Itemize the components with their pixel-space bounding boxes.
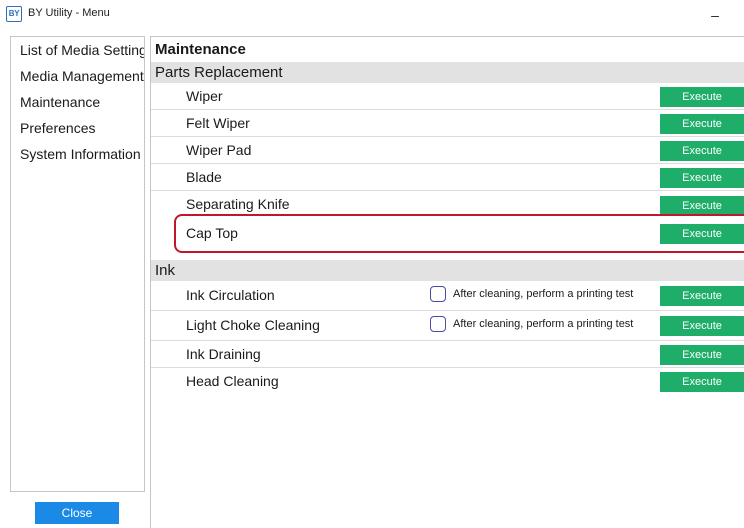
table-row-ink-circulation: Ink Circulation After cleaning, perform …	[151, 281, 744, 311]
table-row-ink-draining: Ink Draining Execute	[151, 341, 744, 368]
table-row-light-choke-cleaning: Light Choke Cleaning After cleaning, per…	[151, 311, 744, 341]
minimize-button[interactable]: –	[700, 4, 730, 26]
table-row-cap-top: Cap Top Execute	[151, 218, 744, 253]
row-label: Wiper Pad	[186, 142, 252, 158]
execute-button-light-choke-cleaning[interactable]: Execute	[660, 316, 744, 336]
title-bar: BY BY Utility - Menu –	[0, 0, 744, 30]
row-label: Ink Draining	[186, 346, 261, 362]
row-label: Blade	[186, 169, 222, 185]
main-panel: Maintenance Parts Replacement Wiper Exec…	[151, 37, 744, 528]
printing-test-checkbox[interactable]	[430, 316, 446, 332]
table-row-head-cleaning: Head Cleaning Execute	[151, 368, 744, 395]
row-label: Cap Top	[186, 225, 238, 241]
sidebar-item-system-information[interactable]: System Information	[11, 141, 144, 167]
table-row-blade: Blade Execute	[151, 164, 744, 191]
close-button[interactable]: Close	[35, 502, 119, 524]
section-header-parts-replacement: Parts Replacement	[151, 62, 744, 83]
execute-button-wiper[interactable]: Execute	[660, 87, 744, 107]
window-title: BY Utility - Menu	[28, 7, 110, 19]
execute-button-felt-wiper[interactable]: Execute	[660, 114, 744, 134]
row-label: Ink Circulation	[186, 287, 275, 303]
row-label: Separating Knife	[186, 196, 290, 212]
row-label: Light Choke Cleaning	[186, 317, 320, 333]
row-label: Wiper	[186, 88, 223, 104]
execute-button-blade[interactable]: Execute	[660, 168, 744, 188]
table-row-wiper-pad: Wiper Pad Execute	[151, 137, 744, 164]
table-row-felt-wiper: Felt Wiper Execute	[151, 110, 744, 137]
checkbox-label: After cleaning, perform a printing test	[453, 318, 634, 330]
section-header-ink: Ink	[151, 260, 744, 281]
execute-button-ink-draining[interactable]: Execute	[660, 345, 744, 365]
execute-button-separating-knife[interactable]: Execute	[660, 196, 744, 216]
execute-button-cap-top[interactable]: Execute	[660, 224, 744, 244]
sidebar-menu: List of Media Settings Media Management …	[10, 36, 145, 492]
table-row-separating-knife: Separating Knife Execute	[151, 191, 744, 216]
row-label: Head Cleaning	[186, 373, 279, 389]
sidebar-item-list-of-media-settings[interactable]: List of Media Settings	[11, 37, 144, 63]
execute-button-wiper-pad[interactable]: Execute	[660, 141, 744, 161]
checkbox-label: After cleaning, perform a printing test	[453, 288, 634, 300]
sidebar-item-preferences[interactable]: Preferences	[11, 115, 144, 141]
sidebar-item-maintenance[interactable]: Maintenance	[11, 89, 144, 115]
row-label: Felt Wiper	[186, 115, 250, 131]
table-row-wiper: Wiper Execute	[151, 83, 744, 110]
sidebar-item-media-management[interactable]: Media Management	[11, 63, 144, 89]
execute-button-head-cleaning[interactable]: Execute	[660, 372, 744, 392]
page-title: Maintenance	[155, 41, 246, 58]
printing-test-checkbox[interactable]	[430, 286, 446, 302]
execute-button-ink-circulation[interactable]: Execute	[660, 286, 744, 306]
app-logo-icon: BY	[6, 6, 22, 22]
